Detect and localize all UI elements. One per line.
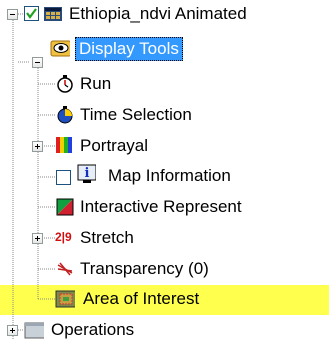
operations-expand-toggle[interactable]: [7, 325, 18, 336]
stretch-label[interactable]: Stretch: [80, 227, 134, 249]
representation-icon: [56, 198, 74, 216]
info-icon: i: [77, 164, 96, 183]
svg-text:i: i: [85, 166, 90, 181]
display-tools-collapse-toggle[interactable]: [32, 57, 43, 68]
area-of-interest-icon: [55, 290, 75, 308]
layer-tree: Ethiopia_ndvi Animated Display Tools Run…: [0, 0, 329, 347]
transparency-label[interactable]: Transparency (0): [80, 258, 209, 280]
eye-icon: [50, 40, 70, 57]
area-of-interest-label[interactable]: Area of Interest: [83, 288, 199, 310]
root-layer-label[interactable]: Ethiopia_ndvi Animated: [69, 3, 247, 25]
time-selection-label[interactable]: Time Selection: [80, 104, 192, 126]
transparency-icon: [57, 262, 73, 276]
interactive-represent-label[interactable]: Interactive Represent: [80, 196, 242, 218]
run-label[interactable]: Run: [80, 73, 111, 95]
map-information-checkbox[interactable]: [56, 170, 71, 185]
stopwatch-colored-icon: [57, 106, 73, 124]
display-tools-label[interactable]: Display Tools: [75, 37, 183, 61]
stretch-icon: 2|9: [55, 230, 72, 244]
stopwatch-icon: [57, 75, 73, 93]
folder-icon: [24, 322, 44, 339]
root-visibility-checkbox[interactable]: [24, 6, 39, 21]
checkmark-icon: [26, 8, 37, 19]
operations-label[interactable]: Operations: [51, 319, 134, 341]
layer-grid-icon: [44, 7, 62, 21]
stretch-expand-toggle[interactable]: [32, 233, 43, 244]
map-information-label[interactable]: Map Information: [108, 165, 231, 187]
root-collapse-toggle[interactable]: [7, 9, 18, 20]
color-bars-icon: [56, 137, 72, 153]
portrayal-expand-toggle[interactable]: [32, 141, 43, 152]
portrayal-label[interactable]: Portrayal: [80, 135, 148, 157]
